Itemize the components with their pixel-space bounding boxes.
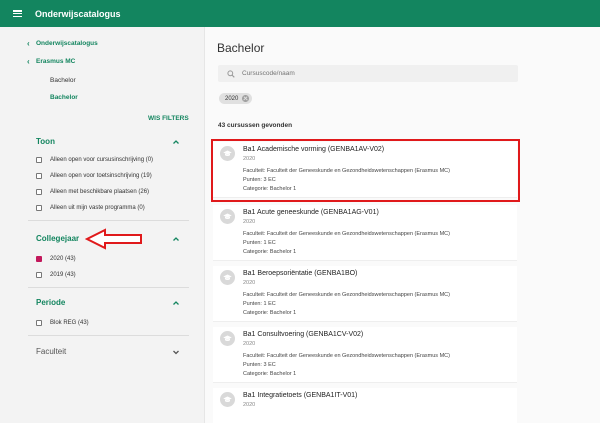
course-card[interactable]: Ba1 Beroepsoriëntatie (GENBA1BO) 2020 Fa… [213, 266, 517, 322]
clear-filters-button[interactable]: WIS FILTERS [148, 115, 189, 122]
course-year: 2020 [243, 219, 256, 225]
divider [28, 220, 189, 221]
breadcrumb-current-active[interactable]: Bachelor [50, 94, 78, 101]
top-app-bar: Onderwijscatalogus [0, 0, 600, 27]
graduation-cap-icon [220, 209, 235, 224]
course-faculty: Faculteit: Faculteit der Geneeskunde en … [243, 353, 450, 359]
divider [28, 287, 189, 288]
close-icon[interactable] [242, 95, 250, 102]
checkbox-checked[interactable] [36, 256, 42, 262]
course-year: 2020 [243, 402, 256, 408]
divider [28, 335, 189, 336]
filter-sidebar: ‹ Onderwijscatalogus ‹ Erasmus MC Bachel… [0, 27, 205, 423]
course-card[interactable]: Ba1 Acute geneeskunde (GENBA1AG-V01) 202… [213, 205, 517, 261]
course-year: 2020 [243, 341, 256, 347]
course-title: Ba1 Academische vorming (GENBA1AV-V02) [243, 146, 385, 153]
course-category: Categorie: Bachelor 1 [243, 310, 297, 316]
course-title: Ba1 Consultvoering (GENBA1CV-V02) [243, 331, 364, 338]
checkbox[interactable] [36, 189, 42, 195]
course-points: Punten: 1 EC [243, 301, 276, 307]
filter-option[interactable]: Alleen met beschikbare plaatsen (26) [36, 189, 149, 195]
course-year: 2020 [243, 156, 256, 162]
graduation-cap-icon [220, 146, 235, 161]
page-title: Bachelor [217, 41, 265, 55]
course-title: Ba1 Beroepsoriëntatie (GENBA1BO) [243, 270, 358, 277]
course-faculty: Faculteit: Faculteit der Geneeskunde en … [243, 292, 450, 298]
section-title-faculteit[interactable]: Faculteit [36, 347, 66, 356]
course-points: Punten: 3 EC [243, 362, 276, 368]
course-faculty: Faculteit: Faculteit der Geneeskunde en … [243, 168, 450, 174]
course-category: Categorie: Bachelor 1 [243, 249, 297, 255]
course-points: Punten: 3 EC [243, 177, 276, 183]
filter-option-2020[interactable]: 2020 (43) [36, 256, 76, 262]
course-title: Ba1 Acute geneeskunde (GENBA1AG-V01) [243, 209, 379, 216]
checkbox[interactable] [36, 320, 42, 326]
chevron-down-icon[interactable] [172, 348, 180, 356]
breadcrumb-current-static: Bachelor [50, 77, 76, 84]
section-title-periode[interactable]: Periode [36, 298, 65, 307]
annotation-arrow-icon [85, 228, 142, 250]
search-bar[interactable] [218, 65, 518, 82]
section-title-toon[interactable]: Toon [36, 137, 55, 146]
hamburger-menu-icon[interactable] [13, 10, 22, 17]
course-card[interactable]: Ba1 Consultvoering (GENBA1CV-V02) 2020 F… [213, 327, 517, 383]
graduation-cap-icon [220, 270, 235, 285]
course-category: Categorie: Bachelor 1 [243, 371, 297, 377]
section-title-collegejaar[interactable]: Collegejaar [36, 234, 79, 243]
breadcrumb-onderwijscatalogus[interactable]: ‹ Onderwijscatalogus [27, 39, 98, 48]
filter-option[interactable]: Alleen open voor toetsinschrijving (19) [36, 173, 152, 179]
chevron-up-icon[interactable] [172, 299, 180, 307]
breadcrumb-label: Onderwijscatalogus [36, 40, 98, 47]
checkbox[interactable] [36, 205, 42, 211]
filter-option[interactable]: Alleen uit mijn vaste programma (0) [36, 205, 145, 211]
filter-chip-2020[interactable]: 2020 [219, 93, 253, 104]
app-title: Onderwijscatalogus [35, 8, 121, 19]
graduation-cap-icon [220, 331, 235, 346]
graduation-cap-icon [220, 392, 235, 407]
chevron-left-icon: ‹ [27, 39, 30, 48]
search-input[interactable] [242, 70, 492, 77]
course-card[interactable]: Ba1 Integratietoets (GENBA1IT-V01) 2020 [213, 388, 517, 423]
checkbox[interactable] [36, 157, 42, 163]
filter-option[interactable]: Alleen open voor cursusinschrijving (0) [36, 157, 153, 163]
course-title: Ba1 Integratietoets (GENBA1IT-V01) [243, 392, 358, 399]
search-icon [227, 69, 235, 78]
course-faculty: Faculteit: Faculteit der Geneeskunde en … [243, 231, 450, 237]
course-card[interactable]: Ba1 Academische vorming (GENBA1AV-V02) 2… [213, 142, 517, 198]
course-points: Punten: 1 EC [243, 240, 276, 246]
checkbox[interactable] [36, 173, 42, 179]
chevron-up-icon[interactable] [172, 235, 180, 243]
breadcrumb-erasmus-mc[interactable]: ‹ Erasmus MC [27, 57, 76, 66]
checkbox[interactable] [36, 272, 42, 278]
breadcrumb-label: Erasmus MC [36, 58, 76, 65]
chevron-up-icon[interactable] [172, 138, 180, 146]
course-category: Categorie: Bachelor 1 [243, 186, 297, 192]
course-year: 2020 [243, 280, 256, 286]
filter-option-2019[interactable]: 2019 (43) [36, 272, 76, 278]
filter-option-blok-reg[interactable]: Blok REG (43) [36, 320, 89, 326]
main-content: Bachelor 2020 43 cursussen gevonden Ba1 … [206, 27, 600, 423]
chevron-left-icon: ‹ [27, 57, 30, 66]
result-count: 43 cursussen gevonden [218, 122, 293, 129]
